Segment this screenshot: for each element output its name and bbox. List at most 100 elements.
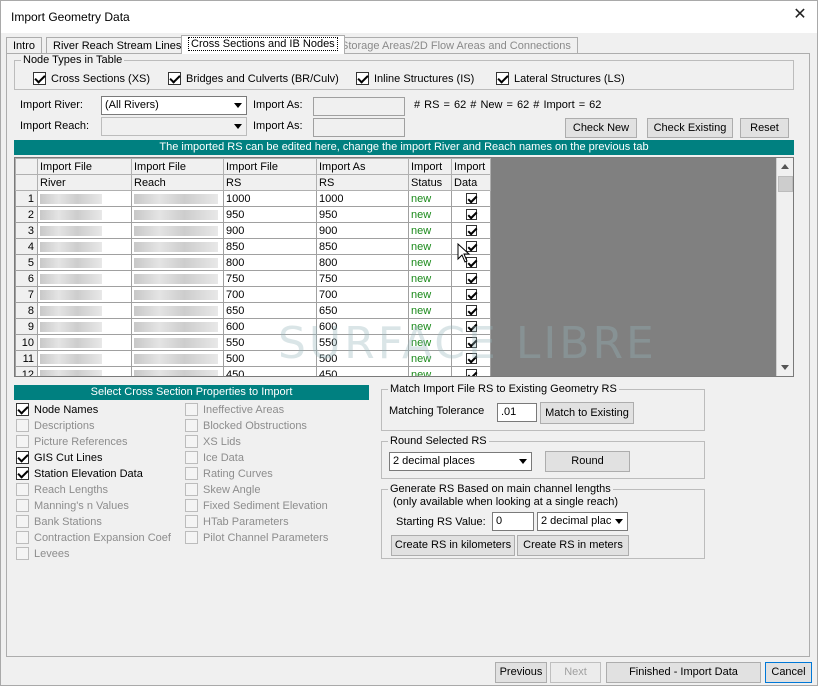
check-existing-button[interactable]: Check Existing: [647, 118, 733, 138]
reach-cell[interactable]: [131, 286, 224, 303]
match-to-existing-button[interactable]: Match to Existing: [540, 402, 634, 424]
table-row[interactable]: 4 850 850 new: [15, 238, 491, 255]
import-data-cell[interactable]: [451, 318, 491, 335]
starting-rs-input[interactable]: 0: [492, 512, 534, 531]
round-button[interactable]: Round: [545, 451, 630, 472]
tab-cross-sections[interactable]: Cross Sections and IB Nodes: [181, 35, 345, 54]
import-checkbox[interactable]: [465, 289, 477, 301]
chevron-down-icon[interactable]: [230, 97, 246, 114]
close-icon[interactable]: ✕: [789, 5, 811, 27]
checkbox-bridges-culverts[interactable]: Bridges and Culverts (BR/Culv): [168, 72, 339, 85]
river-cell[interactable]: [37, 302, 132, 319]
check-new-button[interactable]: Check New: [565, 118, 637, 138]
import-as-rs-cell[interactable]: 450: [316, 366, 409, 376]
tab-intro[interactable]: Intro: [6, 37, 43, 54]
cancel-button[interactable]: Cancel: [765, 662, 812, 683]
river-cell[interactable]: [37, 270, 132, 287]
rs-grid[interactable]: Import File Import File Import File Impo…: [14, 157, 794, 377]
chevron-down-icon[interactable]: [230, 118, 246, 135]
reach-cell[interactable]: [131, 254, 224, 271]
import-checkbox[interactable]: [465, 369, 477, 376]
reach-cell[interactable]: [131, 190, 224, 207]
import-data-cell[interactable]: [451, 302, 491, 319]
import-checkbox[interactable]: [465, 225, 477, 237]
checkbox-box[interactable]: [356, 72, 369, 85]
reach-cell[interactable]: [131, 238, 224, 255]
import-reach-select[interactable]: [101, 117, 247, 136]
import-as-rs-cell[interactable]: 700: [316, 286, 409, 303]
table-row[interactable]: 12 450 450 new: [15, 366, 491, 376]
table-row[interactable]: 7 700 700 new: [15, 286, 491, 303]
create-rs-km-button[interactable]: Create RS in kilometers: [391, 535, 515, 556]
river-cell[interactable]: [37, 318, 132, 335]
table-row[interactable]: 1 1000 1000 new: [15, 190, 491, 207]
previous-button[interactable]: Previous: [495, 662, 547, 683]
table-row[interactable]: 3 900 900 new: [15, 222, 491, 239]
checkbox-box[interactable]: [33, 72, 46, 85]
import-as-river-input[interactable]: [313, 97, 405, 116]
table-row[interactable]: 2 950 950 new: [15, 206, 491, 223]
river-cell[interactable]: [37, 190, 132, 207]
import-river-select[interactable]: (All Rivers): [101, 96, 247, 115]
import-checkbox[interactable]: [465, 193, 477, 205]
create-rs-m-button[interactable]: Create RS in meters: [517, 535, 629, 556]
import-checkbox[interactable]: [465, 305, 477, 317]
table-row[interactable]: 6 750 750 new: [15, 270, 491, 287]
property-checkbox[interactable]: Station Elevation Data: [16, 467, 143, 480]
scroll-up-icon[interactable]: [777, 158, 793, 175]
checkbox-box[interactable]: [16, 467, 29, 480]
import-data-cell[interactable]: [451, 334, 491, 351]
river-cell[interactable]: [37, 222, 132, 239]
generate-decimals-select[interactable]: 2 decimal places: [537, 512, 628, 531]
river-cell[interactable]: [37, 286, 132, 303]
import-as-rs-cell[interactable]: 800: [316, 254, 409, 271]
checkbox-box[interactable]: [16, 451, 29, 464]
import-as-rs-cell[interactable]: 850: [316, 238, 409, 255]
checkbox-lateral-structures[interactable]: Lateral Structures (LS): [496, 72, 625, 85]
import-data-cell[interactable]: [451, 286, 491, 303]
reach-cell[interactable]: [131, 206, 224, 223]
round-decimals-select[interactable]: 2 decimal places: [389, 452, 532, 471]
finish-import-button[interactable]: Finished - Import Data: [606, 662, 761, 683]
import-as-rs-cell[interactable]: 1000: [316, 190, 409, 207]
reach-cell[interactable]: [131, 350, 224, 367]
table-row[interactable]: 10 550 550 new: [15, 334, 491, 351]
river-cell[interactable]: [37, 350, 132, 367]
river-cell[interactable]: [37, 254, 132, 271]
import-as-rs-cell[interactable]: 900: [316, 222, 409, 239]
river-cell[interactable]: [37, 334, 132, 351]
import-as-reach-input[interactable]: [313, 118, 405, 137]
chevron-down-icon[interactable]: [611, 513, 627, 530]
import-checkbox[interactable]: [465, 353, 477, 365]
checkbox-box[interactable]: [168, 72, 181, 85]
river-cell[interactable]: [37, 206, 132, 223]
next-button[interactable]: Next: [550, 662, 601, 683]
import-data-cell[interactable]: [451, 190, 491, 207]
import-checkbox[interactable]: [465, 321, 477, 333]
import-data-cell[interactable]: [451, 270, 491, 287]
import-data-cell[interactable]: [451, 222, 491, 239]
river-cell[interactable]: [37, 366, 132, 376]
import-checkbox[interactable]: [465, 337, 477, 349]
grid-vertical-scrollbar[interactable]: [776, 158, 793, 376]
checkbox-box[interactable]: [16, 403, 29, 416]
import-as-rs-cell[interactable]: 500: [316, 350, 409, 367]
import-data-cell[interactable]: [451, 350, 491, 367]
reach-cell[interactable]: [131, 334, 224, 351]
chevron-down-icon[interactable]: [515, 453, 531, 470]
reach-cell[interactable]: [131, 318, 224, 335]
reach-cell[interactable]: [131, 270, 224, 287]
table-row[interactable]: 9 600 600 new: [15, 318, 491, 335]
table-row[interactable]: 8 650 650 new: [15, 302, 491, 319]
tab-river-reach-stream-lines[interactable]: River Reach Stream Lines: [46, 37, 189, 54]
property-checkbox[interactable]: GIS Cut Lines: [16, 451, 102, 464]
import-as-rs-cell[interactable]: 650: [316, 302, 409, 319]
table-row[interactable]: 11 500 500 new: [15, 350, 491, 367]
checkbox-inline-structures[interactable]: Inline Structures (IS): [356, 72, 474, 85]
scroll-down-icon[interactable]: [777, 359, 793, 376]
import-checkbox[interactable]: [465, 273, 477, 285]
reach-cell[interactable]: [131, 222, 224, 239]
import-data-cell[interactable]: [451, 366, 491, 376]
import-as-rs-cell[interactable]: 750: [316, 270, 409, 287]
import-as-rs-cell[interactable]: 550: [316, 334, 409, 351]
